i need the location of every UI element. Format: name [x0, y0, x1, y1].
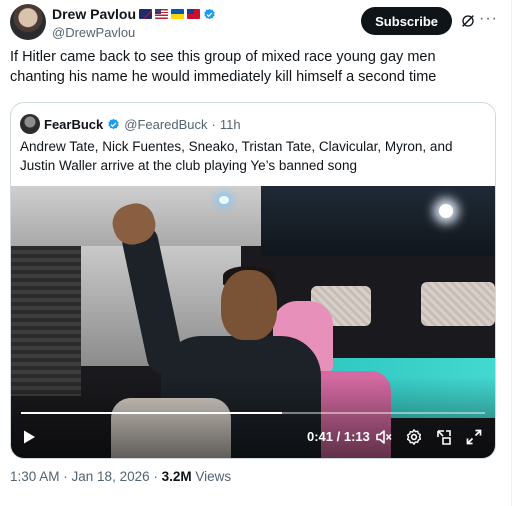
video-progress-bar[interactable] — [21, 412, 485, 414]
verified-badge-icon — [204, 8, 215, 19]
taiwan-flag-icon — [187, 9, 201, 19]
meta-separator: · — [149, 469, 162, 484]
fullscreen-icon[interactable] — [465, 428, 483, 446]
quoted-author-avatar[interactable] — [20, 114, 40, 134]
video-current-time: 0:41 — [307, 429, 334, 444]
video-gradient-overlay — [11, 186, 495, 458]
video-timestamp: 0:41 / 1:13 — [307, 429, 370, 444]
video-progress-fill — [21, 412, 282, 414]
meta-separator: · — [59, 469, 72, 484]
quoted-timestamp[interactable]: 11h — [220, 117, 241, 132]
settings-gear-icon[interactable] — [405, 428, 423, 446]
grok-icon[interactable] — [460, 13, 476, 29]
quoted-author-handle[interactable]: @FearedBuck — [124, 117, 207, 132]
tweet-date[interactable]: Jan 18, 2026 — [72, 469, 150, 484]
author-avatar[interactable] — [10, 4, 46, 40]
australia-flag-icon — [139, 9, 153, 19]
quoted-meta-separator: · — [211, 116, 216, 132]
picture-in-picture-icon[interactable] — [435, 428, 453, 446]
video-player[interactable]: 0:41 / 1:13 — [11, 186, 495, 458]
quoted-author-name[interactable]: FearBuck — [44, 117, 103, 132]
views-label: Views — [195, 469, 232, 484]
more-icon[interactable]: ··· — [479, 10, 498, 28]
mute-icon[interactable] — [375, 428, 393, 446]
quoted-tweet-card[interactable]: FearBuck @FearedBuck · 11h Andrew Tate, … — [10, 102, 496, 459]
author-name-row: Drew Pavlou — [52, 6, 216, 22]
quoted-tweet-text: Andrew Tate, Nick Fuentes, Sneako, Trist… — [20, 139, 453, 173]
author-name[interactable]: Drew Pavlou — [52, 6, 136, 22]
author-handle[interactable]: @DrewPavlou — [52, 25, 135, 40]
tweet-metadata: 1:30 AM · Jan 18, 2026 · 3.2M Views — [10, 469, 231, 484]
tweet-time[interactable]: 1:30 AM — [10, 469, 60, 484]
verified-badge-icon — [108, 118, 119, 129]
tweet-header: Drew Pavlou @DrewPavlou Subscribe ··· — [10, 4, 502, 44]
play-icon[interactable] — [21, 429, 37, 445]
views-count: 3.2M — [161, 469, 192, 484]
video-time-separator: / — [333, 429, 344, 444]
ukraine-flag-icon — [171, 9, 185, 19]
quoted-tweet-header: FearBuck @FearedBuck · 11h — [20, 114, 241, 134]
usa-flag-icon — [155, 9, 169, 19]
tweet-text: If Hitler came back to see this group of… — [10, 49, 437, 85]
video-duration: 1:13 — [343, 429, 370, 444]
subscribe-button[interactable]: Subscribe — [361, 7, 452, 35]
